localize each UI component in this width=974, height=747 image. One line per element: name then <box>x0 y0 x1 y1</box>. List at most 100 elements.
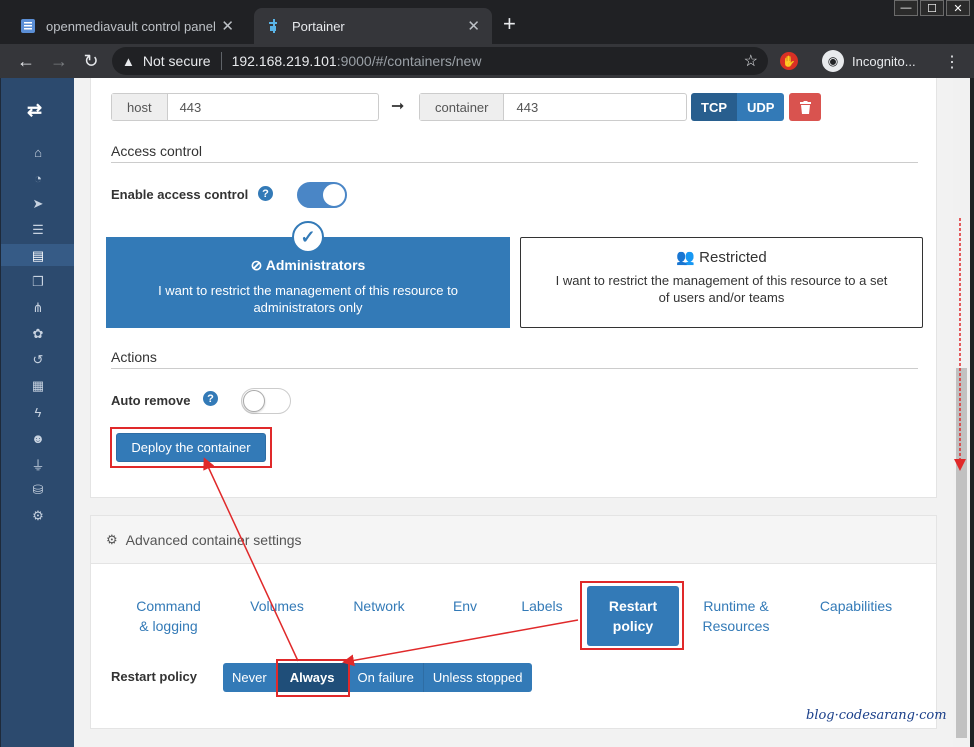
tab-volumes[interactable]: Volumes <box>237 596 317 616</box>
restart-policy-options: Never Always On failure Unless stopped <box>223 663 532 692</box>
administrators-description: I want to restrict the management of thi… <box>158 283 458 315</box>
restricted-description: I want to restrict the management of thi… <box>555 273 888 305</box>
users-group-icon: 👥 <box>676 249 695 266</box>
annotation-box-restart-tab <box>580 581 684 650</box>
tab-network[interactable]: Network <box>339 596 419 616</box>
remove-port-button[interactable] <box>789 93 821 121</box>
tab-title: openmediavault control panel - I <box>46 18 216 34</box>
back-button[interactable]: ← <box>14 49 38 73</box>
home-icon[interactable]: ⌂ <box>27 142 49 162</box>
warning-icon: ▲ <box>122 53 135 69</box>
forward-button[interactable]: → <box>47 49 71 73</box>
auto-remove-toggle[interactable] <box>241 388 291 414</box>
actions-title: Actions <box>111 349 918 369</box>
container-addon: container <box>420 94 505 120</box>
omv-favicon-icon <box>21 19 35 33</box>
advanced-settings-title: Advanced container settings <box>125 531 302 548</box>
omnibox-separator <box>220 52 222 70</box>
selected-check-icon: ✓ <box>292 221 324 253</box>
container-port-input-group: container 443 <box>419 93 687 121</box>
extension-stop-icon[interactable]: ✋ <box>780 52 798 70</box>
endpoints-icon[interactable]: ⏚ <box>27 454 49 474</box>
window-controls: — ☐ ✕ <box>892 0 970 16</box>
udp-button[interactable]: UDP <box>737 93 785 121</box>
page-scrollbar[interactable] <box>953 78 970 747</box>
networks-icon[interactable]: ⋔ <box>27 298 49 318</box>
incognito-label: Incognito... <box>852 53 916 69</box>
restricted-title: Restricted <box>699 249 767 266</box>
host-port-input-group: host 443 <box>111 93 379 121</box>
advanced-settings-header: ⚙ Advanced container settings <box>91 516 936 564</box>
auto-remove-label: Auto remove <box>111 393 191 408</box>
tab-runtime-resources[interactable]: Runtime & Resources <box>688 596 784 636</box>
tcp-button[interactable]: TCP <box>691 93 737 121</box>
annotation-box-always <box>276 659 350 697</box>
app-templates-icon[interactable]: ➤ <box>27 194 49 214</box>
close-tab-icon[interactable]: ✕ <box>467 17 480 35</box>
administrators-title-row: ⊘ Administrators <box>106 257 510 274</box>
trash-icon <box>799 100 811 114</box>
gear-icon: ⚙ <box>106 531 118 547</box>
images-icon[interactable]: ❐ <box>27 272 49 292</box>
users-icon[interactable]: ☻ <box>27 428 49 448</box>
containers-icon[interactable]: ▤ <box>27 246 49 266</box>
minimize-button[interactable]: — <box>894 0 918 16</box>
advanced-settings-panel: ⚙ Advanced container settings Command & … <box>90 515 937 729</box>
main-content: host 443 ➞ container 443 TCP UDP Access … <box>74 78 953 747</box>
stacks-icon[interactable]: ☰ <box>27 220 49 240</box>
access-control-toggle[interactable] <box>297 182 347 208</box>
bookmark-star-icon[interactable]: ☆ <box>744 51 758 71</box>
advanced-tabs: Command & logging Volumes Network Env La… <box>91 586 936 646</box>
tab-env[interactable]: Env <box>440 596 490 616</box>
watermark-text: blog·codesarang·com <box>806 708 947 723</box>
browser-toolbar: ← → ↻ ▲ Not secure 192.168.219.101 :9000… <box>0 44 974 78</box>
extensions-icon[interactable]: ϟ <box>27 402 49 422</box>
container-form-panel: host 443 ➞ container 443 TCP UDP Access … <box>90 78 937 498</box>
help-icon[interactable]: ? <box>203 391 218 406</box>
scrollbar-thumb[interactable] <box>956 368 967 738</box>
container-port-input[interactable]: 443 <box>504 94 551 120</box>
help-icon[interactable]: ? <box>258 186 273 201</box>
restricted-title-row: 👥 Restricted <box>521 248 922 266</box>
portainer-logo-icon[interactable]: ⇄ <box>27 100 42 121</box>
administrators-title: Administrators <box>265 257 366 273</box>
restart-on-failure-button[interactable]: On failure <box>348 663 424 692</box>
browser-menu-icon[interactable]: ⋮ <box>944 52 960 72</box>
reload-button[interactable]: ↻ <box>79 49 103 73</box>
volumes-icon[interactable]: ✿ <box>27 324 49 344</box>
portainer-favicon-icon <box>269 19 277 33</box>
incognito-icon: ◉ <box>822 50 844 72</box>
address-bar[interactable]: ▲ Not secure 192.168.219.101 :9000/#/con… <box>112 47 768 75</box>
registries-icon[interactable]: ⛁ <box>27 480 49 500</box>
deploy-container-button[interactable]: Deploy the container <box>116 433 266 462</box>
close-tab-icon[interactable]: ✕ <box>221 17 234 35</box>
tab-command-logging[interactable]: Command & logging <box>121 596 216 636</box>
protocol-toggle: TCP UDP <box>691 93 785 121</box>
portainer-sidebar: ⇄ ⌂ ◔ ➤ ☰ ▤ ❐ ⋔ ✿ ↺ ▦ ϟ ☻ ⏚ ⛁ ⚙ <box>0 78 75 747</box>
restart-never-button[interactable]: Never <box>223 663 277 692</box>
new-tab-button[interactable]: + <box>503 13 516 35</box>
dashboard-icon[interactable]: ◔ <box>27 168 49 188</box>
enable-access-control-label: Enable access control <box>111 187 249 202</box>
restart-unless-stopped-button[interactable]: Unless stopped <box>423 663 532 692</box>
tab-labels[interactable]: Labels <box>509 596 575 616</box>
browser-tab-omv[interactable]: openmediavault control panel - I ✕ <box>8 8 246 44</box>
incognito-profile[interactable]: ◉ Incognito... <box>822 50 916 72</box>
restricted-option[interactable]: 👥 Restricted I want to restrict the mana… <box>520 237 923 328</box>
toggle-knob <box>243 390 265 412</box>
settings-icon[interactable]: ⚙ <box>27 506 49 526</box>
browser-titlebar: openmediavault control panel - I ✕ Porta… <box>0 0 974 44</box>
tab-capabilities[interactable]: Capabilities <box>808 596 904 616</box>
host-port-input[interactable]: 443 <box>167 94 214 120</box>
host-icon[interactable]: ▦ <box>27 376 49 396</box>
events-icon[interactable]: ↺ <box>27 350 49 370</box>
restart-policy-label: Restart policy <box>111 669 197 684</box>
close-window-button[interactable]: ✕ <box>946 0 970 16</box>
url-path: :9000/#/containers/new <box>336 53 482 69</box>
maximize-button[interactable]: ☐ <box>920 0 944 16</box>
toggle-knob <box>323 184 345 206</box>
access-control-title: Access control <box>111 143 918 163</box>
host-addon: host <box>112 94 168 120</box>
browser-tab-portainer[interactable]: Portainer ✕ <box>254 8 492 44</box>
port-arrow-icon: ➞ <box>391 98 405 115</box>
